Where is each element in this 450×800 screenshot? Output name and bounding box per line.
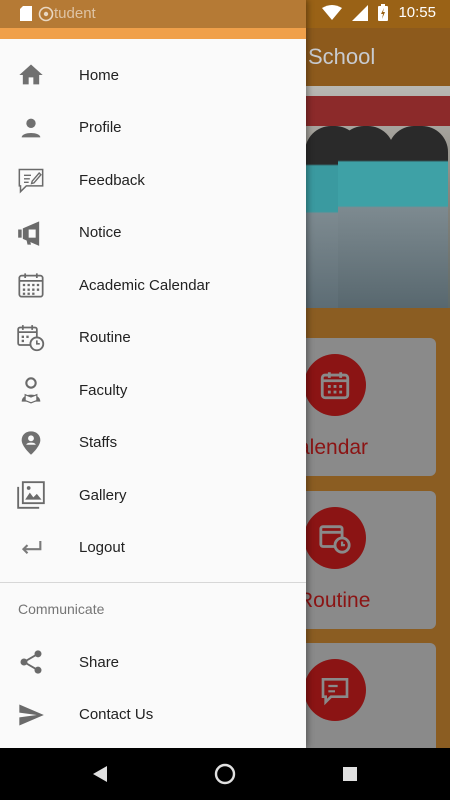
menu-item-routine[interactable]: Routine [0, 312, 306, 365]
menu-item-label: Faculty [79, 381, 128, 399]
menu-item-label: Staffs [79, 434, 118, 452]
menu-item-profile[interactable]: Profile [0, 102, 306, 155]
person-icon [0, 114, 79, 142]
system-nav-bar [0, 748, 450, 800]
menu-item-label: Home [79, 66, 120, 84]
calendar-icon [0, 271, 79, 299]
menu-item-logout[interactable]: Logout [0, 522, 306, 575]
menu-item-share[interactable]: Share [0, 636, 306, 689]
menu-item-notice[interactable]: Notice [0, 207, 306, 260]
wifi-icon [322, 4, 343, 20]
routine-icon [0, 324, 79, 352]
drawer-header-accent [0, 28, 306, 39]
menu-item-label: Logout [79, 539, 125, 557]
home-circle-icon [214, 763, 236, 785]
battery-icon [378, 4, 389, 21]
status-left-icons: tudent [20, 5, 96, 22]
menu-item-label: Gallery [79, 486, 127, 504]
menu-item-academic-calendar[interactable]: Academic Calendar [0, 259, 306, 312]
megaphone-icon [0, 219, 79, 247]
sd-card-icon [20, 6, 32, 21]
back-button[interactable] [85, 759, 115, 789]
section-title-communicate: Communicate [18, 601, 105, 617]
status-icons: 10:55 [322, 4, 436, 21]
drawer-communicate-menu: Share Contact Us [0, 636, 306, 741]
recents-square-icon [343, 767, 357, 781]
menu-item-feedback[interactable]: Feedback [0, 154, 306, 207]
recents-button[interactable] [335, 759, 365, 789]
menu-item-home[interactable]: Home [0, 49, 306, 102]
logout-icon [0, 534, 79, 562]
menu-item-label: Notice [79, 224, 122, 242]
menu-item-staffs[interactable]: Staffs [0, 417, 306, 470]
faculty-icon [0, 376, 79, 404]
menu-item-label: Profile [79, 119, 122, 137]
status-time: 10:55 [398, 4, 436, 21]
home-button[interactable] [210, 759, 240, 789]
gallery-icon [0, 481, 79, 510]
drawer-divider [0, 582, 306, 583]
menu-item-label: Academic Calendar [79, 276, 210, 294]
back-triangle-icon [93, 766, 107, 782]
staff-icon [0, 429, 79, 457]
status-overlay-text: tudent [54, 5, 96, 22]
drawer-menu: Home Profile Feedback Notice Academic Ca… [0, 49, 306, 574]
sync-icon [38, 6, 54, 21]
menu-item-label: Contact Us [79, 706, 154, 724]
navigation-drawer: Home Profile Feedback Notice Academic Ca… [0, 0, 306, 748]
signal-icon [352, 4, 369, 21]
feedback-icon [0, 166, 79, 194]
menu-item-contact-us[interactable]: Contact Us [0, 689, 306, 742]
share-icon [0, 648, 79, 676]
menu-item-faculty[interactable]: Faculty [0, 364, 306, 417]
menu-item-label: Feedback [79, 171, 145, 189]
menu-item-label: Routine [79, 329, 131, 347]
menu-item-gallery[interactable]: Gallery [0, 469, 306, 522]
send-icon [0, 701, 79, 729]
menu-item-label: Share [79, 653, 120, 671]
home-icon [0, 61, 79, 89]
